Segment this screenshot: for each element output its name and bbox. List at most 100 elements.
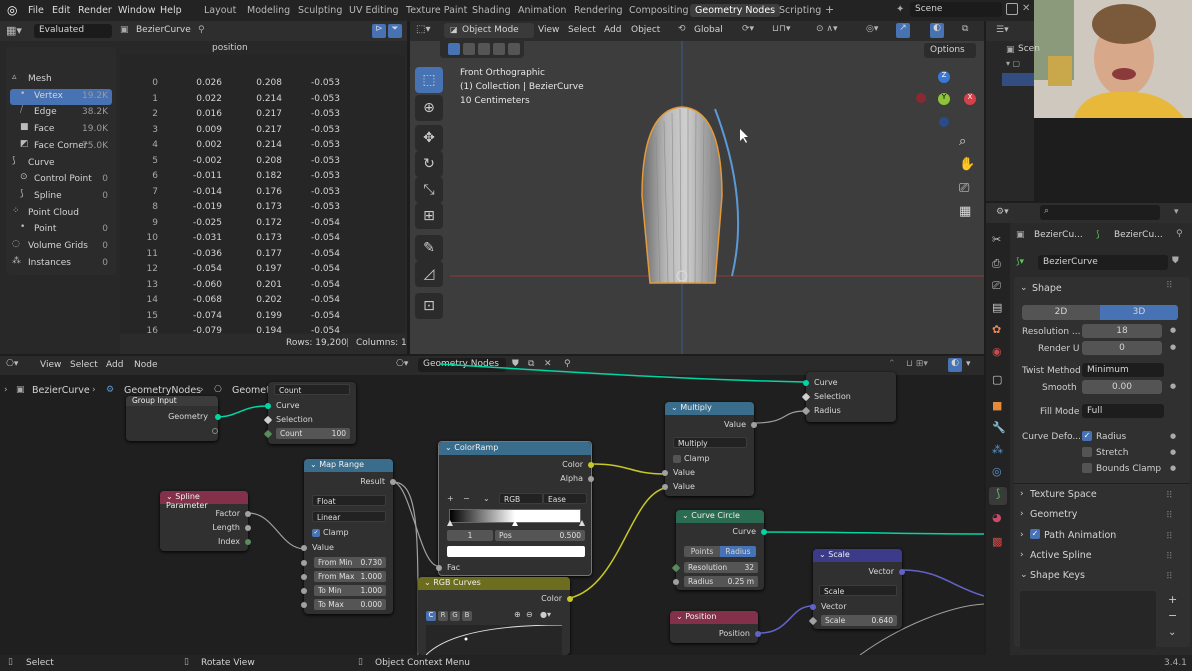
remove-shape-key-icon[interactable]: −	[1168, 609, 1177, 622]
shape-keys-list[interactable]	[1020, 591, 1156, 649]
tab-shading[interactable]: Shading	[472, 5, 511, 16]
tab-geometry-nodes[interactable]: Geometry Nodes	[690, 4, 781, 17]
channel-g-button[interactable]: G	[450, 611, 460, 621]
new-scene-icon[interactable]	[1006, 3, 1018, 15]
input-socket[interactable]	[662, 484, 668, 490]
tool-tab-icon[interactable]: ✂	[992, 233, 1001, 246]
node-collapse-icon[interactable]: ⌄	[676, 612, 685, 621]
selected-only-icon[interactable]: ⊳	[372, 24, 386, 38]
node-curve-circle[interactable]: ⌄ Curve Circle Curve Points Radius Resol…	[671, 510, 767, 590]
keyframe-dot-icon[interactable]: ●	[1170, 382, 1176, 390]
domain-item[interactable]: ⁂ Instances 0	[10, 256, 112, 272]
view-layer-tab-icon[interactable]: ▤	[992, 301, 1002, 314]
properties-options-icon[interactable]: ▾	[1174, 207, 1179, 217]
output-socket[interactable]	[588, 476, 594, 482]
curve-tools-icon[interactable]: ●▾	[540, 610, 551, 619]
input-socket[interactable]	[265, 403, 271, 409]
math-operation-dropdown[interactable]: Multiply	[673, 437, 747, 448]
drag-handle-icon[interactable]: ⠿	[1166, 281, 1173, 291]
domain-item[interactable]: ⊙ Control Point 0	[10, 172, 112, 188]
add-stop-icon[interactable]: +	[447, 494, 454, 503]
drag-handle-icon[interactable]: ⠿	[1166, 491, 1173, 501]
texture-tab-icon[interactable]: ▩	[992, 535, 1002, 548]
output-socket[interactable]	[245, 525, 251, 531]
gizmo-y-axis[interactable]: Y	[938, 93, 950, 105]
evaluation-mode-dropdown[interactable]: Evaluated	[34, 24, 112, 38]
resolution-field[interactable]: Resolution 32	[684, 562, 758, 573]
output-tab-icon[interactable]: ⎚	[992, 279, 1001, 293]
input-socket[interactable]	[301, 545, 307, 551]
tab-sculpting[interactable]: Sculpting	[298, 5, 342, 16]
add-workspace-button[interactable]: +	[825, 3, 834, 16]
scale-field[interactable]: Scale 0.640	[821, 615, 897, 626]
clamp-checkbox[interactable]	[673, 455, 681, 463]
tab-animation[interactable]: Animation	[518, 5, 566, 16]
section-texture-space[interactable]: Texture Space	[1030, 489, 1097, 500]
shape-panel-title[interactable]: Shape	[1032, 283, 1062, 294]
input-socket[interactable]	[301, 560, 307, 566]
ramp-stop-1[interactable]	[512, 520, 518, 526]
properties-type-icon[interactable]: ⚙▾	[996, 207, 1009, 217]
ramp-stop-2[interactable]	[579, 520, 585, 526]
zoom-icon[interactable]: ⌕	[959, 134, 966, 149]
twist-method-dropdown[interactable]: Minimum	[1082, 363, 1164, 377]
empty-socket[interactable]	[212, 428, 218, 434]
section-path-animation[interactable]: Path Animation	[1044, 530, 1116, 541]
section-chevron-icon[interactable]: ›	[1020, 550, 1024, 560]
active-stop-index[interactable]: 1	[447, 530, 493, 541]
properties-search-icon[interactable]: ⌕	[1040, 205, 1160, 220]
node-collapse-icon[interactable]: ⌄	[424, 578, 433, 587]
to-max-field[interactable]: To Max 0.000	[314, 599, 386, 610]
node-resample-curve[interactable]: Count Curve Selection Count 100	[263, 382, 356, 444]
channel-b-button[interactable]: B	[462, 611, 472, 621]
curve-data-tab-icon[interactable]: ⟆	[989, 487, 1007, 505]
domain-item[interactable]: ⧸ Edge 38.2K	[10, 105, 112, 121]
curve-datablock-name[interactable]: BezierCurve	[1038, 255, 1168, 270]
resolution-field[interactable]: 18	[1082, 324, 1162, 338]
section-chevron-icon[interactable]: ›	[1020, 509, 1024, 519]
keyframe-dot-icon[interactable]: ●	[1170, 326, 1176, 334]
output-socket[interactable]	[751, 422, 757, 428]
delete-scene-icon[interactable]: ✕	[1022, 3, 1030, 14]
gizmo-z-axis[interactable]: Z	[938, 71, 950, 83]
scene-selector[interactable]: Scene	[910, 2, 1002, 17]
node-collapse-icon[interactable]: ⌄	[310, 460, 319, 469]
output-socket[interactable]	[761, 529, 767, 535]
input-socket[interactable]	[673, 579, 679, 585]
radius-field[interactable]: Radius 0.25 m	[684, 576, 758, 587]
section-chevron-icon[interactable]: ›	[1020, 489, 1024, 499]
input-socket[interactable]	[301, 588, 307, 594]
node-map-range[interactable]: ⌄ Map Range Result Float Linear ✓ Clamp …	[301, 459, 396, 614]
tab-uv-editing[interactable]: UV Editing	[349, 5, 399, 16]
collection-tab-icon[interactable]: ▢	[992, 373, 1002, 386]
fill-mode-dropdown[interactable]: Full	[1082, 404, 1164, 418]
properties-pin-icon[interactable]: ⚲	[1176, 229, 1183, 239]
domain-item[interactable]: • Point 0	[10, 222, 112, 238]
domain-item[interactable]: ◩ Face Corner 75.0K	[10, 139, 112, 155]
ramp-interpolation-dropdown[interactable]: Ease	[543, 493, 587, 504]
dim-2d-button[interactable]: 2D	[1022, 305, 1100, 320]
radius-mode-button[interactable]: Radius	[720, 546, 756, 557]
menu-render[interactable]: Render	[78, 5, 112, 16]
radius-checkbox[interactable]: ✓	[1082, 431, 1092, 441]
pin-icon[interactable]: ⚲	[198, 25, 205, 35]
ramp-menu-icon[interactable]: ⌄	[483, 494, 490, 503]
node-collapse-icon[interactable]: ⌄	[166, 492, 175, 501]
domain-item[interactable]: ▵ Mesh	[10, 72, 112, 88]
editor-type-icon[interactable]: ▦▾	[6, 24, 22, 37]
node-multiply[interactable]: ⌄ Multiply Value Multiply Clamp Value Va…	[662, 402, 757, 496]
curve-graph[interactable]	[426, 625, 562, 655]
section-geometry[interactable]: Geometry	[1030, 509, 1077, 520]
pan-hand-icon[interactable]: ✋	[959, 157, 975, 172]
input-socket[interactable]	[301, 574, 307, 580]
outliner-type-icon[interactable]: ☰▾	[996, 25, 1009, 35]
node-group-input[interactable]: Group Input Geometry	[126, 396, 221, 441]
input-socket[interactable]	[803, 380, 809, 386]
section-chevron-icon[interactable]: ›	[1020, 530, 1024, 540]
scene-collection-label[interactable]: Scen	[1018, 44, 1040, 54]
zoom-out-icon[interactable]: ⊖	[526, 610, 533, 619]
keyframe-dot-icon[interactable]: ●	[1170, 448, 1176, 456]
color-mode-dropdown[interactable]: RGB	[499, 493, 543, 504]
collection-icon[interactable]: ▾ ▢	[1006, 59, 1020, 68]
domain-item[interactable]: ⟆ Spline 0	[10, 189, 112, 205]
